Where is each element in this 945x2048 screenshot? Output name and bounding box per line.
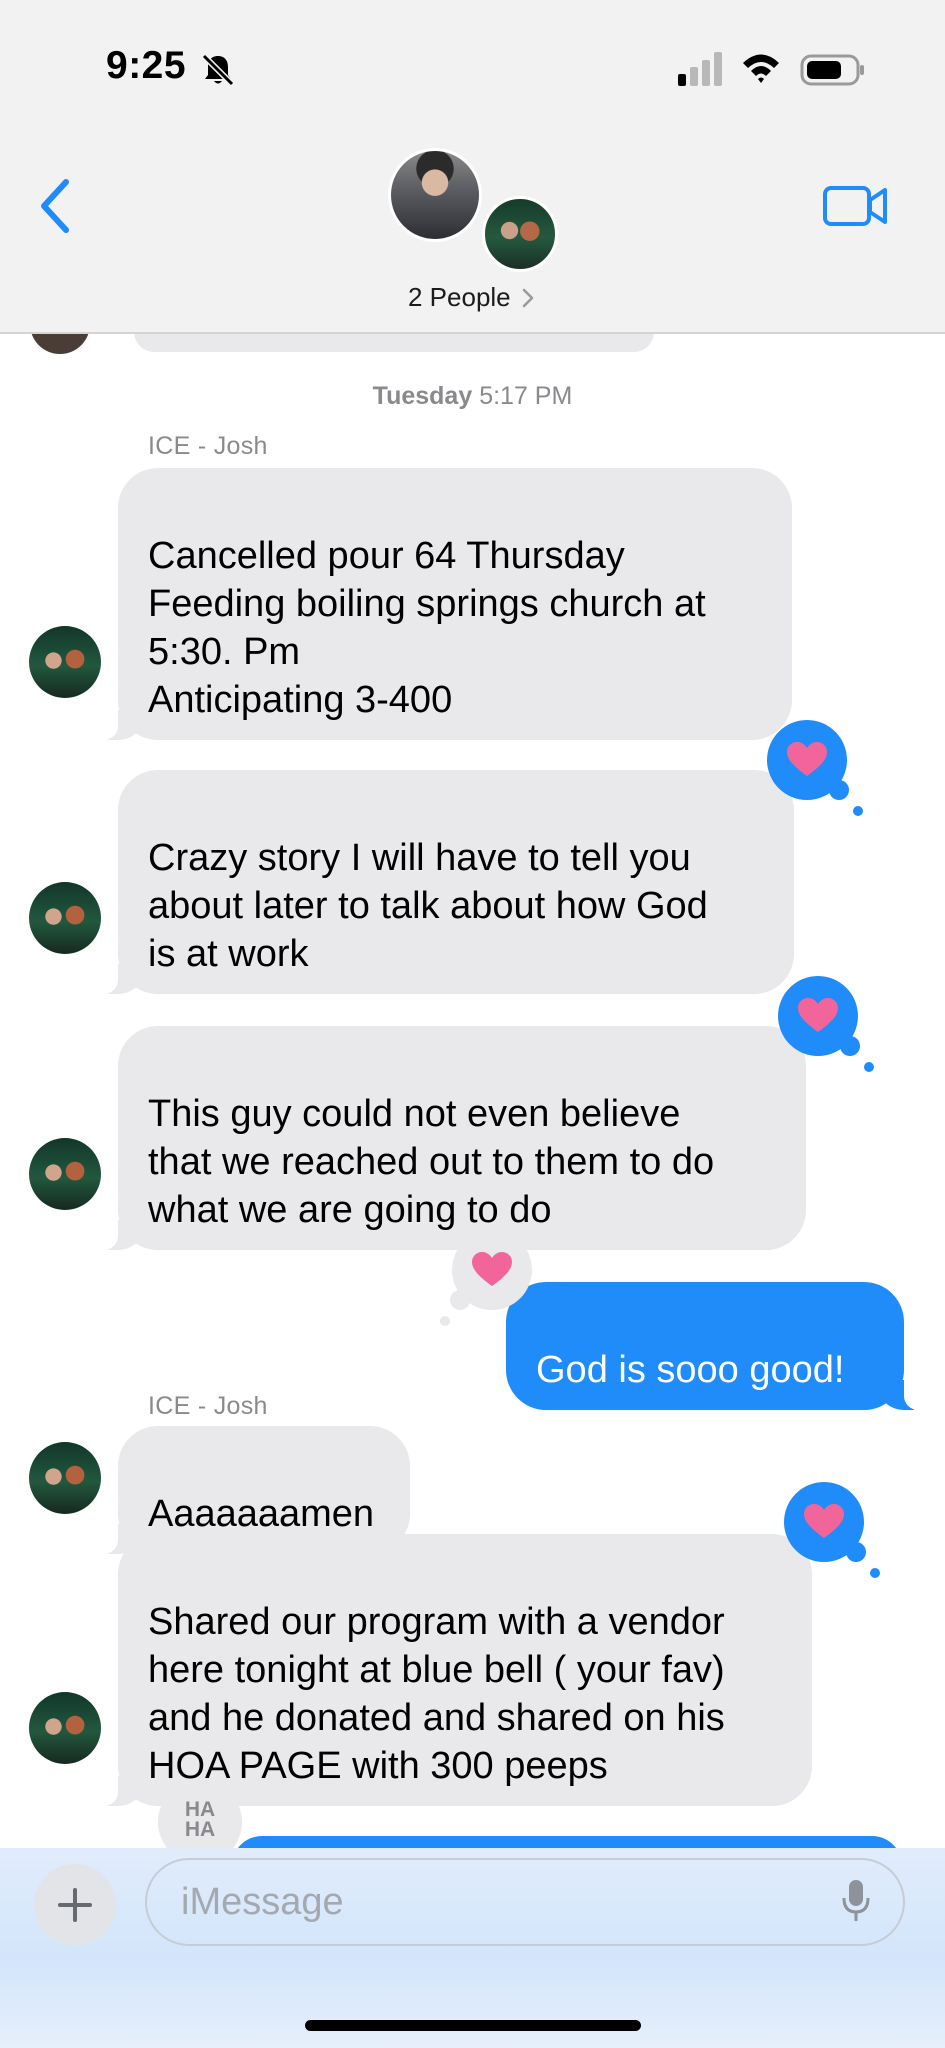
- timestamp-time: 5:17 PM: [479, 382, 573, 410]
- battery-icon: [800, 54, 864, 86]
- heart-icon: [472, 1252, 512, 1286]
- video-camera-icon[interactable]: [822, 184, 888, 228]
- chevron-right-icon[interactable]: [522, 288, 534, 308]
- chevron-left-icon[interactable]: [38, 178, 72, 234]
- cellular-signal-icon: [678, 52, 722, 86]
- heart-tapback[interactable]: [767, 720, 863, 816]
- add-attachment-button[interactable]: [34, 1864, 116, 1946]
- status-time: 9:25: [106, 44, 187, 87]
- message-composer: [0, 1848, 945, 2048]
- message-bubble-incoming[interactable]: Crazy story I will have to tell you abou…: [96, 770, 794, 994]
- contact-avatar-secondary[interactable]: [482, 196, 558, 272]
- microphone-icon[interactable]: [842, 1878, 870, 1924]
- message-text: Shared our program with a vendor here to…: [148, 1601, 725, 1787]
- avatar[interactable]: [29, 882, 101, 954]
- message-bubble-incoming[interactable]: This guy could not even believe that we …: [96, 1026, 806, 1250]
- message-timestamp: Tuesday 5:17 PM: [0, 382, 945, 411]
- heart-tapback[interactable]: [784, 1482, 880, 1578]
- heart-tapback[interactable]: [440, 1230, 532, 1326]
- avatar[interactable]: [29, 1442, 101, 1514]
- avatar[interactable]: [29, 1138, 101, 1210]
- conversation-header: 9:25 2 People: [0, 0, 945, 334]
- message-bubble-incoming[interactable]: Aaaaaaamen: [96, 1426, 410, 1554]
- imessage-input[interactable]: [145, 1858, 905, 1946]
- message-text: This guy could not even believe that we …: [148, 1093, 715, 1231]
- heart-tapback[interactable]: [778, 976, 874, 1072]
- bell-slash-icon: [201, 53, 235, 87]
- message-text: Crazy story I will have to tell you abou…: [148, 837, 708, 975]
- message-bubble-partial[interactable]: [134, 334, 654, 352]
- timestamp-day: Tuesday: [372, 382, 473, 410]
- sender-name: ICE - Josh: [148, 1392, 268, 1420]
- heart-icon: [804, 1504, 844, 1538]
- avatar: [30, 334, 90, 354]
- sender-name: ICE - Josh: [148, 432, 268, 460]
- avatar[interactable]: [29, 1692, 101, 1764]
- group-people-label[interactable]: 2 People: [408, 282, 511, 313]
- contact-avatar[interactable]: [388, 148, 482, 242]
- plus-icon: [58, 1888, 92, 1922]
- message-text: Aaaaaaamen: [148, 1493, 375, 1535]
- message-bubble-incoming[interactable]: Cancelled pour 64 Thursday Feeding boili…: [96, 468, 792, 740]
- message-bubble-outgoing-partial[interactable]: [232, 1836, 902, 1848]
- avatar[interactable]: [29, 626, 101, 698]
- message-bubble-incoming[interactable]: Shared our program with a vendor here to…: [96, 1534, 812, 1806]
- wifi-icon: [743, 54, 779, 83]
- heart-icon: [798, 998, 838, 1032]
- heart-icon: [787, 742, 827, 776]
- message-text: Cancelled pour 64 Thursday Feeding boili…: [148, 535, 706, 721]
- message-thread[interactable]: Tuesday 5:17 PM ICE - Josh Cancelled pou…: [0, 334, 945, 1848]
- message-bubble-outgoing[interactable]: God is sooo good!: [506, 1282, 926, 1410]
- haha-icon: HA HA: [184, 1798, 216, 1841]
- home-indicator: [305, 2020, 641, 2031]
- message-text: God is sooo good!: [536, 1349, 845, 1391]
